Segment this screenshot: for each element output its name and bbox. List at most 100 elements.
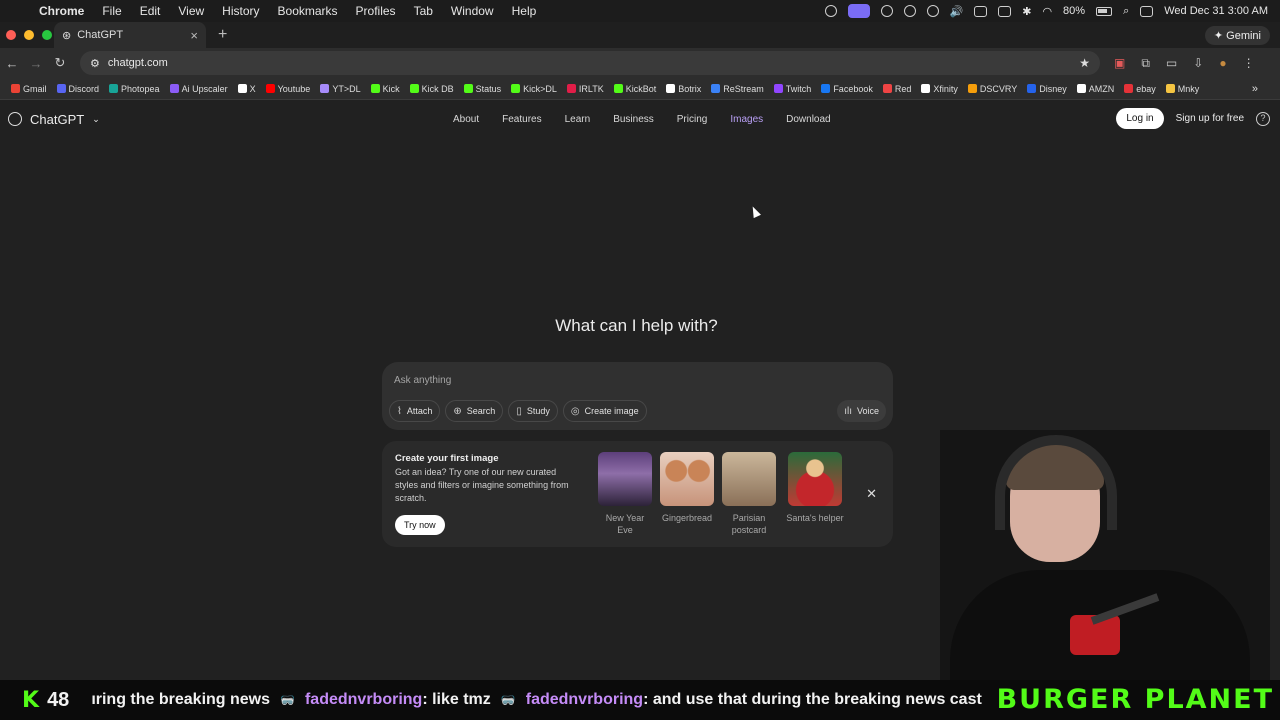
bookmark-favicon-icon [265,84,275,93]
bookmark-favicon-icon [109,84,119,93]
bookmark-item[interactable]: Gmail [6,84,52,94]
control-center-icon[interactable] [1140,5,1154,17]
extension-badge-icon[interactable]: ▣ [1114,56,1125,71]
menu-profiles[interactable]: Profiles [347,4,405,18]
bookmark-item[interactable]: Xfinity [916,84,963,94]
prompt-input[interactable] [394,372,874,388]
bookmark-label: AMZN [1088,83,1115,94]
bookmark-item[interactable]: X [233,84,261,94]
bookmark-item[interactable]: Botrix [661,84,706,94]
reload-icon[interactable]: ↻ [48,55,72,71]
site-info-icon[interactable]: ⚙ [90,57,100,70]
cast-icon[interactable]: ▭ [1166,56,1177,71]
minimize-window-button[interactable] [24,30,34,40]
grid-icon[interactable] [880,5,893,17]
monitor-icon[interactable] [998,5,1012,17]
bookmark-label: Kick>DL [523,83,557,94]
bookmark-item[interactable]: Disney [1022,84,1072,94]
profile-avatar-icon[interactable]: ● [1219,56,1226,71]
spotlight-search-icon[interactable]: ⌕ [1123,5,1129,18]
bookmark-item[interactable]: AMZN [1072,84,1120,94]
bookmark-item[interactable]: IRLTK [562,84,609,94]
login-button[interactable]: Log in [1116,108,1164,129]
menu-tab[interactable]: Tab [405,4,442,18]
nav-business[interactable]: Business [613,114,654,125]
bookmark-item[interactable]: Ai Upscaler [165,84,233,94]
style-gingerbread[interactable]: Gingerbread [660,452,714,536]
bookmark-label: KickBot [625,83,657,94]
bookmark-star-icon[interactable]: ★ [1079,56,1090,70]
play-icon[interactable] [926,5,939,17]
extensions-puzzle-icon[interactable]: ⧉ [1141,56,1150,71]
bookmark-item[interactable]: Facebook [816,84,878,94]
bookmark-item[interactable]: Discord [52,84,105,94]
menu-edit[interactable]: Edit [131,4,170,18]
chrome-menu-icon[interactable]: ⋮ [1243,56,1255,71]
bookmark-item[interactable]: Kick>DL [506,84,562,94]
bookmark-item[interactable]: ebay [1119,84,1161,94]
help-icon[interactable]: ? [1256,111,1270,126]
menu-bookmarks[interactable]: Bookmarks [269,4,347,18]
bookmark-item[interactable]: DSCVRY [963,84,1022,94]
download-icon[interactable]: ⇩ [1193,56,1203,71]
top-nav: About Features Learn Business Pricing Im… [453,100,831,138]
battery-icon[interactable] [1096,6,1113,16]
style-santas-helper[interactable]: Santa's helper [784,452,846,536]
moon-icon[interactable] [903,5,916,17]
bluetooth-icon[interactable]: ✱ [1022,5,1031,18]
display-icon[interactable] [974,5,988,17]
bookmark-item[interactable]: Twitch [769,84,817,94]
screen-record-icon[interactable] [847,4,870,18]
bookmark-favicon-icon [967,84,977,93]
bookmark-item[interactable]: Status [459,84,507,94]
bookmark-item[interactable]: ReStream [706,84,769,94]
bookmark-item[interactable]: Mnky [1161,84,1205,94]
close-promo-icon[interactable]: ✕ [866,486,877,502]
bookmark-item[interactable]: Kick [366,84,405,94]
browser-tab-chatgpt[interactable]: ⊛ ChatGPT × [54,22,206,48]
try-now-button[interactable]: Try now [395,515,445,535]
creative-cloud-icon[interactable] [824,5,837,17]
back-arrow-icon[interactable]: ← [0,56,24,71]
model-switcher[interactable]: ChatGPT ⌄ [0,112,100,127]
bookmark-item[interactable]: KickBot [609,84,662,94]
volume-icon[interactable]: 🔊 [950,5,964,18]
study-button[interactable]: ▯ Study [508,400,558,422]
search-button[interactable]: ⊕ Search [445,400,504,422]
gemini-button[interactable]: ✦ Gemini [1204,25,1270,45]
signup-button[interactable]: Sign up for free [1176,113,1244,124]
nav-images[interactable]: Images [730,114,763,125]
create-image-button[interactable]: ◎ Create image [562,400,647,422]
bookmark-item[interactable]: Photopea [104,84,165,94]
nav-learn[interactable]: Learn [565,114,591,125]
bookmark-item[interactable]: Red [878,84,917,94]
voice-button[interactable]: ılı Voice [837,400,886,422]
address-bar[interactable]: ⚙ chatgpt.com ★ [80,51,1100,75]
menu-help[interactable]: Help [503,4,546,18]
bookmark-item[interactable]: YT>DL [315,84,365,94]
forward-arrow-icon[interactable]: → [24,56,48,71]
menu-app-chrome[interactable]: Chrome [30,4,93,18]
wifi-icon[interactable]: ◠ [1042,5,1052,18]
style-parisian-postcard[interactable]: Parisian postcard [722,452,776,536]
zoom-window-button[interactable] [42,30,52,40]
nav-download[interactable]: Download [786,114,830,125]
attach-button[interactable]: ⌇ Attach [389,400,441,422]
bookmark-item[interactable]: Youtube [261,84,316,94]
close-window-button[interactable] [6,30,16,40]
bookmark-item[interactable]: Kick DB [405,84,459,94]
close-tab-icon[interactable]: × [190,28,198,43]
style-new-year-eve[interactable]: New Year Eve [598,452,652,536]
style-caption: Parisian postcard [731,513,767,535]
menu-file[interactable]: File [93,4,130,18]
menu-history[interactable]: History [213,4,268,18]
new-tab-icon[interactable]: + [218,26,227,44]
menu-clock[interactable]: Wed Dec 31 3:00 AM [1164,5,1268,17]
nav-pricing[interactable]: Pricing [677,114,708,125]
nav-about[interactable]: About [453,114,479,125]
menu-view[interactable]: View [169,4,213,18]
menu-window[interactable]: Window [442,4,503,18]
nav-features[interactable]: Features [502,114,541,125]
url-text[interactable]: chatgpt.com [108,57,168,69]
bookmarks-overflow-icon[interactable]: » [1252,83,1280,95]
